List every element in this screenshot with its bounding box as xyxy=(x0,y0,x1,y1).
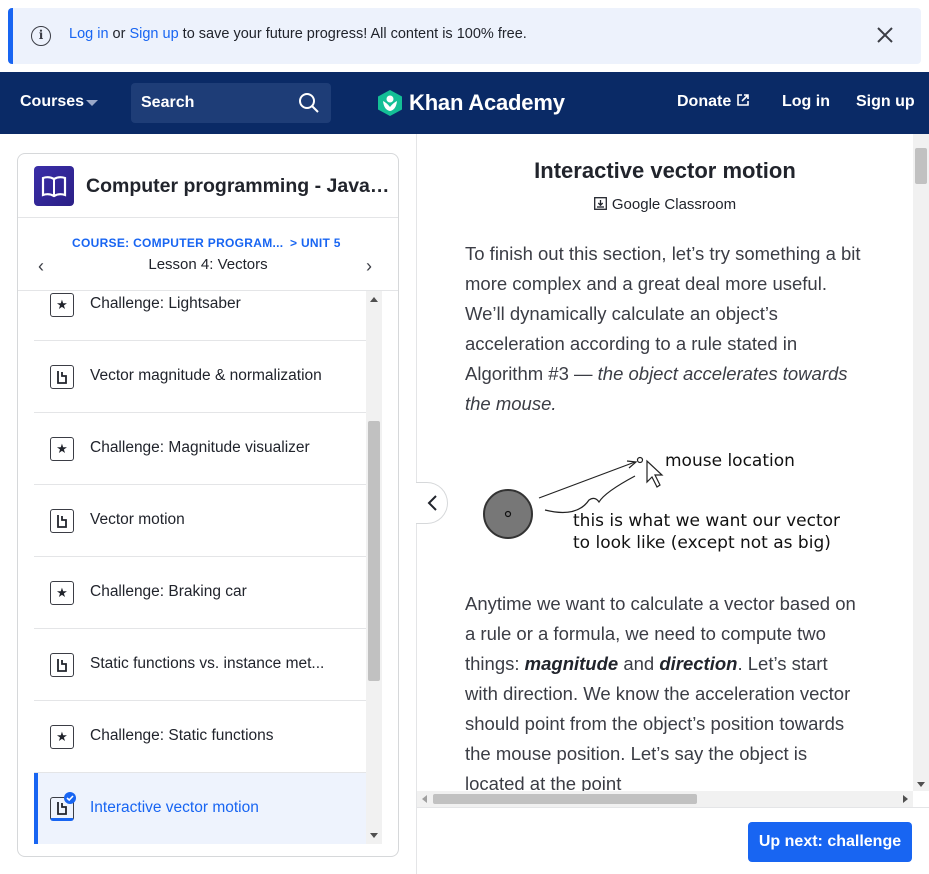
star-icon: ★ xyxy=(50,437,74,461)
list-item-label: Vector motion xyxy=(90,511,185,528)
donate-label: Donate xyxy=(677,93,732,110)
logo-icon xyxy=(378,90,402,116)
article-footer: Up next: challenge xyxy=(417,807,929,874)
vector-label-line-2: to look like (except not as big) xyxy=(573,533,831,553)
scroll-up-icon[interactable] xyxy=(370,297,378,302)
info-icon: i xyxy=(31,26,51,46)
vector-label-line-1: this is what we want our vector xyxy=(573,511,840,531)
signup-banner: i Log in or Sign up to save your future … xyxy=(8,8,921,64)
courses-menu[interactable]: Courses xyxy=(20,93,84,111)
scrollbar-thumb[interactable] xyxy=(915,148,927,184)
list-item-label: Challenge: Lightsaber xyxy=(90,295,241,312)
donate-link[interactable]: Donate xyxy=(677,93,750,111)
article-paragraph-2: Anytime we want to calculate a vector ba… xyxy=(465,589,865,799)
breadcrumb-unit[interactable]: > UNIT 5 xyxy=(290,236,341,250)
course-header[interactable]: Computer programming - JavaScript and th… xyxy=(18,154,398,218)
lesson-title: Lesson 4: Vectors xyxy=(148,256,268,273)
scroll-down-icon[interactable] xyxy=(917,782,925,787)
banner-or-text: or xyxy=(108,26,130,42)
list-item-label: Challenge: Magnitude visualizer xyxy=(90,439,310,456)
list-item-label: Interactive vector motion xyxy=(90,799,259,816)
lesson-items-list: ★ Challenge: Lightsaber Vector magnitude… xyxy=(34,291,366,844)
scrollbar-thumb[interactable] xyxy=(433,794,697,804)
brand-name: Khan Academy xyxy=(409,90,565,115)
mouse-location-label: mouse location xyxy=(665,451,795,471)
mouse-point xyxy=(636,456,644,464)
completed-check-icon xyxy=(64,792,76,804)
close-icon[interactable] xyxy=(875,25,895,45)
search-label: Search xyxy=(141,94,195,111)
article-paragraph-1: To finish out this section, let’s try so… xyxy=(465,239,865,419)
khan-academy-logo[interactable]: Khan Academy xyxy=(377,89,565,117)
search-icon xyxy=(299,93,319,113)
list-item-active[interactable]: Interactive vector motion xyxy=(34,773,366,844)
chevron-right-icon[interactable]: › xyxy=(366,256,372,277)
course-book-icon xyxy=(34,166,74,206)
list-item[interactable]: ★ Challenge: Lightsaber xyxy=(34,291,366,341)
signup-link[interactable]: Sign up xyxy=(856,93,915,111)
external-link-icon xyxy=(736,94,749,106)
course-title: Computer programming - JavaScript and th… xyxy=(86,175,391,197)
vector-diagram: mouse location this is what we want our … xyxy=(483,451,840,553)
google-classroom-button[interactable]: Google Classroom xyxy=(417,196,913,213)
chevron-down-icon[interactable] xyxy=(86,100,98,106)
article-vertical-scrollbar[interactable] xyxy=(913,134,929,791)
login-link[interactable]: Log in xyxy=(782,93,830,111)
lesson-sidebar: Computer programming - JavaScript and th… xyxy=(17,153,399,857)
paragraph-2-bold-direction: direction xyxy=(659,653,738,674)
list-item[interactable]: Static functions vs. instance met... xyxy=(34,629,366,701)
list-item[interactable]: ★ Challenge: Static functions xyxy=(34,701,366,773)
vector-arrow xyxy=(538,461,636,499)
list-item-label: Challenge: Static functions xyxy=(90,727,274,744)
banner-login-link[interactable]: Log in xyxy=(69,26,109,42)
google-classroom-label: Google Classroom xyxy=(611,196,737,213)
search-input[interactable]: Search xyxy=(131,83,331,123)
paragraph-2-and: and xyxy=(618,653,660,674)
banner-signup-link[interactable]: Sign up xyxy=(129,26,178,42)
article-horizontal-scrollbar[interactable] xyxy=(417,791,913,807)
article-title: Interactive vector motion xyxy=(534,158,796,183)
list-item-label: Vector magnitude & normalization xyxy=(90,367,322,384)
banner-message: Log in or Sign up to save your future pr… xyxy=(69,26,527,42)
list-item[interactable]: Vector motion xyxy=(34,485,366,557)
breadcrumb-course[interactable]: COURSE: COMPUTER PROGRAM... xyxy=(72,236,283,250)
article-icon xyxy=(50,365,74,389)
top-nav: Courses Search Khan Academy Donate Log i… xyxy=(0,72,929,134)
list-item[interactable]: ★ Challenge: Magnitude visualizer xyxy=(34,413,366,485)
article-icon xyxy=(50,653,74,677)
list-item[interactable]: ★ Challenge: Braking car xyxy=(34,557,366,629)
article-icon xyxy=(50,509,74,533)
list-item-label: Challenge: Braking car xyxy=(90,583,247,600)
chevron-left-icon xyxy=(427,495,437,511)
object-circle xyxy=(483,489,533,539)
article-panel: Interactive vector motion Google Classro… xyxy=(416,134,929,874)
paragraph-2-text-c: . Let’s start with direction. We know th… xyxy=(465,653,851,794)
list-item[interactable]: Vector magnitude & normalization xyxy=(34,341,366,413)
list-item-label: Static functions vs. instance met... xyxy=(90,655,325,672)
star-icon: ★ xyxy=(50,581,74,605)
mouse-cursor-icon xyxy=(646,459,664,488)
sidebar-scrollbar[interactable] xyxy=(366,291,382,844)
banner-rest-text: to save your future progress! All conten… xyxy=(178,26,527,42)
lesson-navigator: ‹ COURSE: COMPUTER PROGRAM... > UNIT 5 L… xyxy=(18,218,398,291)
star-icon: ★ xyxy=(50,725,74,749)
scroll-down-icon[interactable] xyxy=(370,833,378,838)
brace-line xyxy=(544,475,636,513)
scrollbar-thumb[interactable] xyxy=(368,421,380,681)
paragraph-2-bold-magnitude: magnitude xyxy=(524,653,619,674)
scroll-left-icon[interactable] xyxy=(422,795,427,803)
scroll-right-icon[interactable] xyxy=(903,795,908,803)
up-next-button[interactable]: Up next: challenge xyxy=(748,822,912,862)
star-icon: ★ xyxy=(50,293,74,317)
google-classroom-icon xyxy=(593,197,607,210)
